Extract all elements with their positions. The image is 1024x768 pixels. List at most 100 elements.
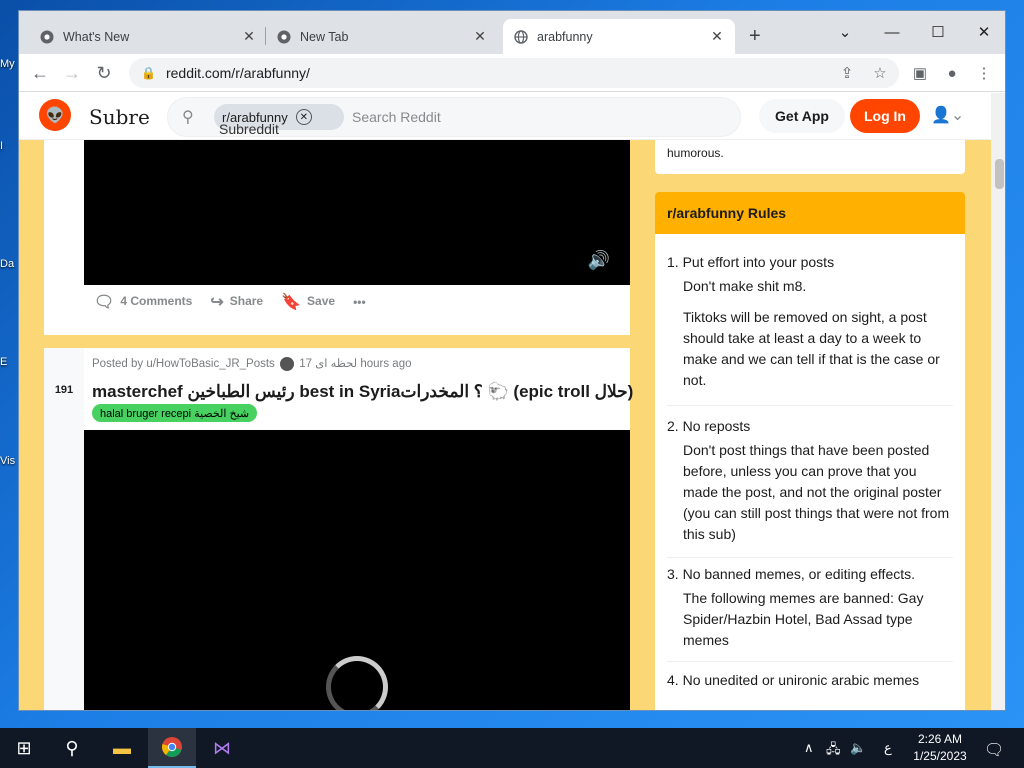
clock-time: 2:26 AM bbox=[917, 732, 963, 746]
video-player[interactable] bbox=[84, 430, 630, 710]
tab-arabfunny[interactable]: arabfunny ✕ bbox=[503, 19, 735, 54]
post-flair[interactable]: halal bruger recepi شيخ الخصية bbox=[92, 404, 258, 422]
tab-title: arabfunny bbox=[537, 29, 593, 44]
rule-item[interactable]: 4. No unedited or unironic arabic memes bbox=[667, 672, 953, 710]
chrome-icon bbox=[276, 29, 292, 45]
rule-title: Put effort into your posts bbox=[682, 254, 835, 270]
bookmark-star-icon[interactable]: ☆ bbox=[867, 60, 893, 86]
rule-item[interactable]: 1. Put effort into your posts Don't make… bbox=[667, 254, 953, 406]
get-app-button[interactable]: Get App bbox=[759, 99, 845, 133]
tab-title: New Tab bbox=[300, 29, 349, 44]
tab-close-icon[interactable]: ✕ bbox=[472, 28, 488, 45]
chrome-icon bbox=[39, 29, 55, 45]
vote-count: 191 bbox=[54, 384, 74, 396]
post-card[interactable]: 🔊 🗨 4 Comments ↪ Share 🔖 Save ••• bbox=[44, 140, 630, 335]
share-label: Share bbox=[229, 294, 264, 309]
tab-close-icon[interactable]: ✕ bbox=[241, 28, 257, 45]
scrollbar-thumb[interactable] bbox=[995, 159, 1004, 189]
share-icon[interactable]: ⇪ bbox=[834, 60, 860, 86]
desktop-icon-label[interactable]: E bbox=[0, 356, 18, 368]
start-button-windows-icon[interactable]: ⊞ bbox=[0, 728, 48, 768]
comment-icon: 🗨 bbox=[94, 294, 115, 311]
new-tab-button[interactable]: + bbox=[749, 25, 761, 48]
volume-icon[interactable]: 🔊 bbox=[588, 250, 610, 271]
chrome-taskbar-icon[interactable] bbox=[148, 728, 196, 768]
taskbar: ⊞ ⚲ ▬ ⋈ ∧ 🖧 🔈 ع 2:26 AM 1/25/2023 🗨 bbox=[0, 728, 1024, 768]
log-in-button[interactable]: Log In bbox=[850, 99, 920, 133]
tab-whats-new[interactable]: What's New ✕ bbox=[29, 19, 267, 54]
rule-description: Don't post things that have been posted … bbox=[683, 442, 950, 542]
rule-number: 1. bbox=[667, 254, 679, 270]
notifications-icon[interactable]: 🗨 bbox=[984, 740, 1004, 760]
post-card[interactable]: 191 Posted by u/HowToBasic_JR_Posts لحظه… bbox=[44, 348, 633, 710]
reddit-page: 👽 Subre ⚲ r/arabfunny ✕ Search Reddit Ge… bbox=[19, 93, 991, 710]
comments-button[interactable]: 🗨 4 Comments bbox=[94, 292, 192, 312]
sidebar: humorous. r/arabfunny Rules 1. Put effor… bbox=[655, 140, 965, 710]
tab-title: What's New bbox=[63, 29, 130, 44]
tab-strip: What's New ✕ New Tab ✕ arabfunny ✕ + ⌄ —… bbox=[19, 11, 1005, 54]
desktop-icon-label[interactable]: My bbox=[0, 58, 18, 70]
rule-number: 2. bbox=[667, 418, 679, 434]
share-arrow-icon: ↪ bbox=[210, 294, 224, 311]
loading-spinner-icon bbox=[326, 656, 388, 710]
tab-close-icon[interactable]: ✕ bbox=[709, 28, 725, 45]
rule-number: 4. bbox=[667, 672, 679, 688]
vote-column: 191 bbox=[44, 348, 84, 710]
clock[interactable]: 2:26 AM 1/25/2023 bbox=[905, 731, 975, 765]
rules-card: r/arabfunny Rules 1. Put effort into you… bbox=[655, 192, 965, 710]
search-taskbar-icon[interactable]: ⚲ bbox=[48, 728, 96, 768]
page-scrollbar[interactable] bbox=[991, 93, 1005, 710]
address-bar[interactable]: 🔒 reddit.com/r/arabfunny/ bbox=[129, 58, 899, 88]
rule-description: Don't make shit m8. bbox=[683, 278, 807, 294]
browser-window: What's New ✕ New Tab ✕ arabfunny ✕ + ⌄ —… bbox=[18, 10, 1006, 711]
about-text: humorous. bbox=[667, 146, 724, 160]
clock-date: 1/25/2023 bbox=[913, 749, 967, 763]
back-icon[interactable]: ← bbox=[27, 60, 53, 86]
posted-by[interactable]: Posted by u/HowToBasic_JR_Posts bbox=[92, 358, 275, 370]
user-flair-icon bbox=[280, 356, 295, 371]
reload-icon[interactable]: ↻ bbox=[91, 60, 117, 86]
input-language[interactable]: ع bbox=[884, 740, 892, 756]
rule-title: No banned memes, or editing effects. bbox=[682, 566, 916, 582]
reddit-header: 👽 Subre ⚲ r/arabfunny ✕ Search Reddit Ge… bbox=[19, 93, 991, 140]
side-panel-icon[interactable]: ▣ bbox=[907, 60, 933, 86]
network-icon[interactable]: 🖧 bbox=[826, 740, 841, 762]
file-explorer-icon[interactable]: ▬ bbox=[98, 728, 146, 768]
more-options-button[interactable]: ••• bbox=[353, 295, 366, 309]
close-window-button[interactable]: ✕ bbox=[961, 17, 1005, 47]
search-placeholder: Search Reddit bbox=[352, 109, 441, 125]
rule-item[interactable]: 3. No banned memes, or editing effects. … bbox=[667, 566, 953, 662]
tab-new-tab[interactable]: New Tab ✕ bbox=[266, 19, 498, 54]
user-menu-icon[interactable]: 👤⌄ bbox=[931, 105, 964, 125]
bookmark-icon: 🔖 bbox=[281, 294, 302, 311]
reddit-logo-icon[interactable]: 👽 bbox=[39, 99, 71, 131]
globe-icon bbox=[513, 29, 529, 45]
profile-icon[interactable]: ● bbox=[939, 60, 965, 86]
save-button[interactable]: 🔖 Save bbox=[281, 292, 335, 312]
desktop-icon-label[interactable]: Vis bbox=[0, 455, 18, 467]
rule-item[interactable]: 2. No reposts Don't post things that hav… bbox=[667, 418, 953, 558]
desktop-icon-label[interactable]: I bbox=[0, 140, 18, 152]
user-flair: لحظه ای bbox=[315, 358, 358, 370]
volume-tray-icon[interactable]: 🔈 bbox=[850, 740, 866, 756]
share-button[interactable]: ↪ Share bbox=[210, 292, 263, 312]
minimize-button[interactable]: — bbox=[869, 17, 915, 47]
tab-search-icon[interactable]: ⌄ bbox=[822, 17, 868, 47]
menu-kebab-icon[interactable]: ⋮ bbox=[971, 60, 997, 86]
browser-toolbar: ← → ↻ 🔒 reddit.com/r/arabfunny/ ⇪ ☆ ▣ ● … bbox=[19, 54, 1005, 92]
video-player[interactable]: 🔊 bbox=[84, 140, 630, 285]
rule-number: 3. bbox=[667, 566, 679, 582]
show-hidden-icons-icon[interactable]: ∧ bbox=[804, 740, 814, 756]
rule-title: No reposts bbox=[682, 418, 751, 434]
post-actions: 🗨 4 Comments ↪ Share 🔖 Save ••• bbox=[94, 292, 366, 312]
maximize-button[interactable]: ☐ bbox=[915, 17, 961, 47]
desktop-icon-label[interactable]: Da bbox=[0, 258, 18, 270]
about-card: humorous. bbox=[655, 140, 965, 174]
rule-title: No unedited or unironic arabic memes bbox=[682, 672, 920, 688]
visual-studio-icon[interactable]: ⋈ bbox=[198, 728, 246, 768]
post-title[interactable]: masterchef رئيس الطباخين best in Syria؟ … bbox=[92, 382, 633, 402]
comments-label: 4 Comments bbox=[120, 294, 193, 309]
reddit-wordmark[interactable]: Subre bbox=[89, 105, 151, 133]
forward-icon[interactable]: → bbox=[59, 60, 85, 86]
lock-icon: 🔒 bbox=[141, 66, 156, 80]
